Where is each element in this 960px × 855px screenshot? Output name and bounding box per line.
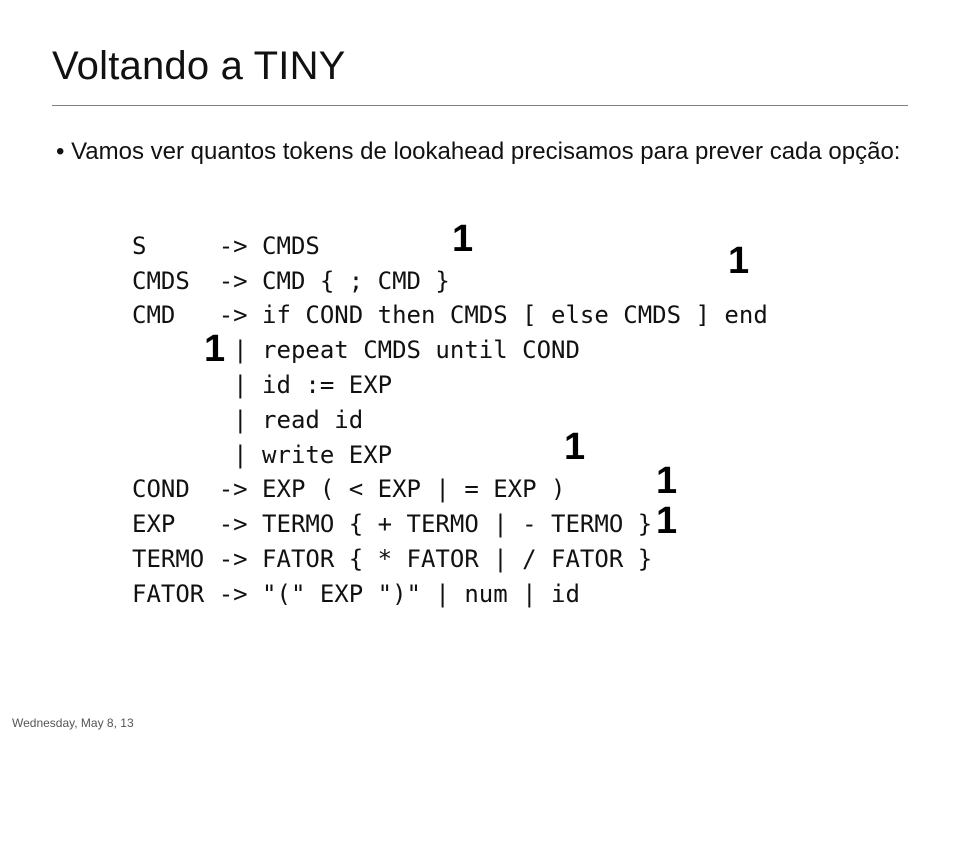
- footer-date: Wednesday, May 8, 13: [12, 716, 134, 730]
- lookahead-annotation: 1: [656, 454, 677, 509]
- title-rule: [52, 105, 908, 106]
- slide-title: Voltando a TINY: [52, 44, 908, 89]
- grammar-line: | read id: [132, 406, 363, 434]
- grammar-line: FATOR -> "(" EXP ")" | num | id: [132, 580, 580, 608]
- lookahead-annotation: 1: [656, 494, 677, 549]
- grammar-line: EXP -> TERMO { + TERMO | - TERMO }: [132, 510, 652, 538]
- lookahead-annotation: 1: [564, 420, 585, 475]
- grammar-line: | repeat CMDS until COND: [132, 336, 580, 364]
- bullet-text: Vamos ver quantos tokens de lookahead pr…: [56, 138, 908, 166]
- grammar-block: S -> CMDS CMDS -> CMD { ; CMD } CMD -> i…: [132, 194, 908, 855]
- grammar-line: COND -> EXP ( < EXP | = EXP ): [132, 475, 565, 503]
- grammar-line: TERMO -> FATOR { * FATOR | / FATOR }: [132, 545, 652, 573]
- grammar-line: | write EXP: [132, 441, 392, 469]
- slide: Voltando a TINY Vamos ver quantos tokens…: [0, 0, 960, 740]
- lookahead-annotation: 1: [452, 212, 473, 267]
- grammar-line: CMD -> if COND then CMDS [ else CMDS ] e…: [132, 301, 768, 329]
- grammar-line: CMDS -> CMD { ; CMD }: [132, 267, 450, 295]
- grammar-line: S -> CMDS: [132, 232, 320, 260]
- grammar-line: | id := EXP: [132, 371, 392, 399]
- lookahead-annotation: 1: [728, 234, 749, 289]
